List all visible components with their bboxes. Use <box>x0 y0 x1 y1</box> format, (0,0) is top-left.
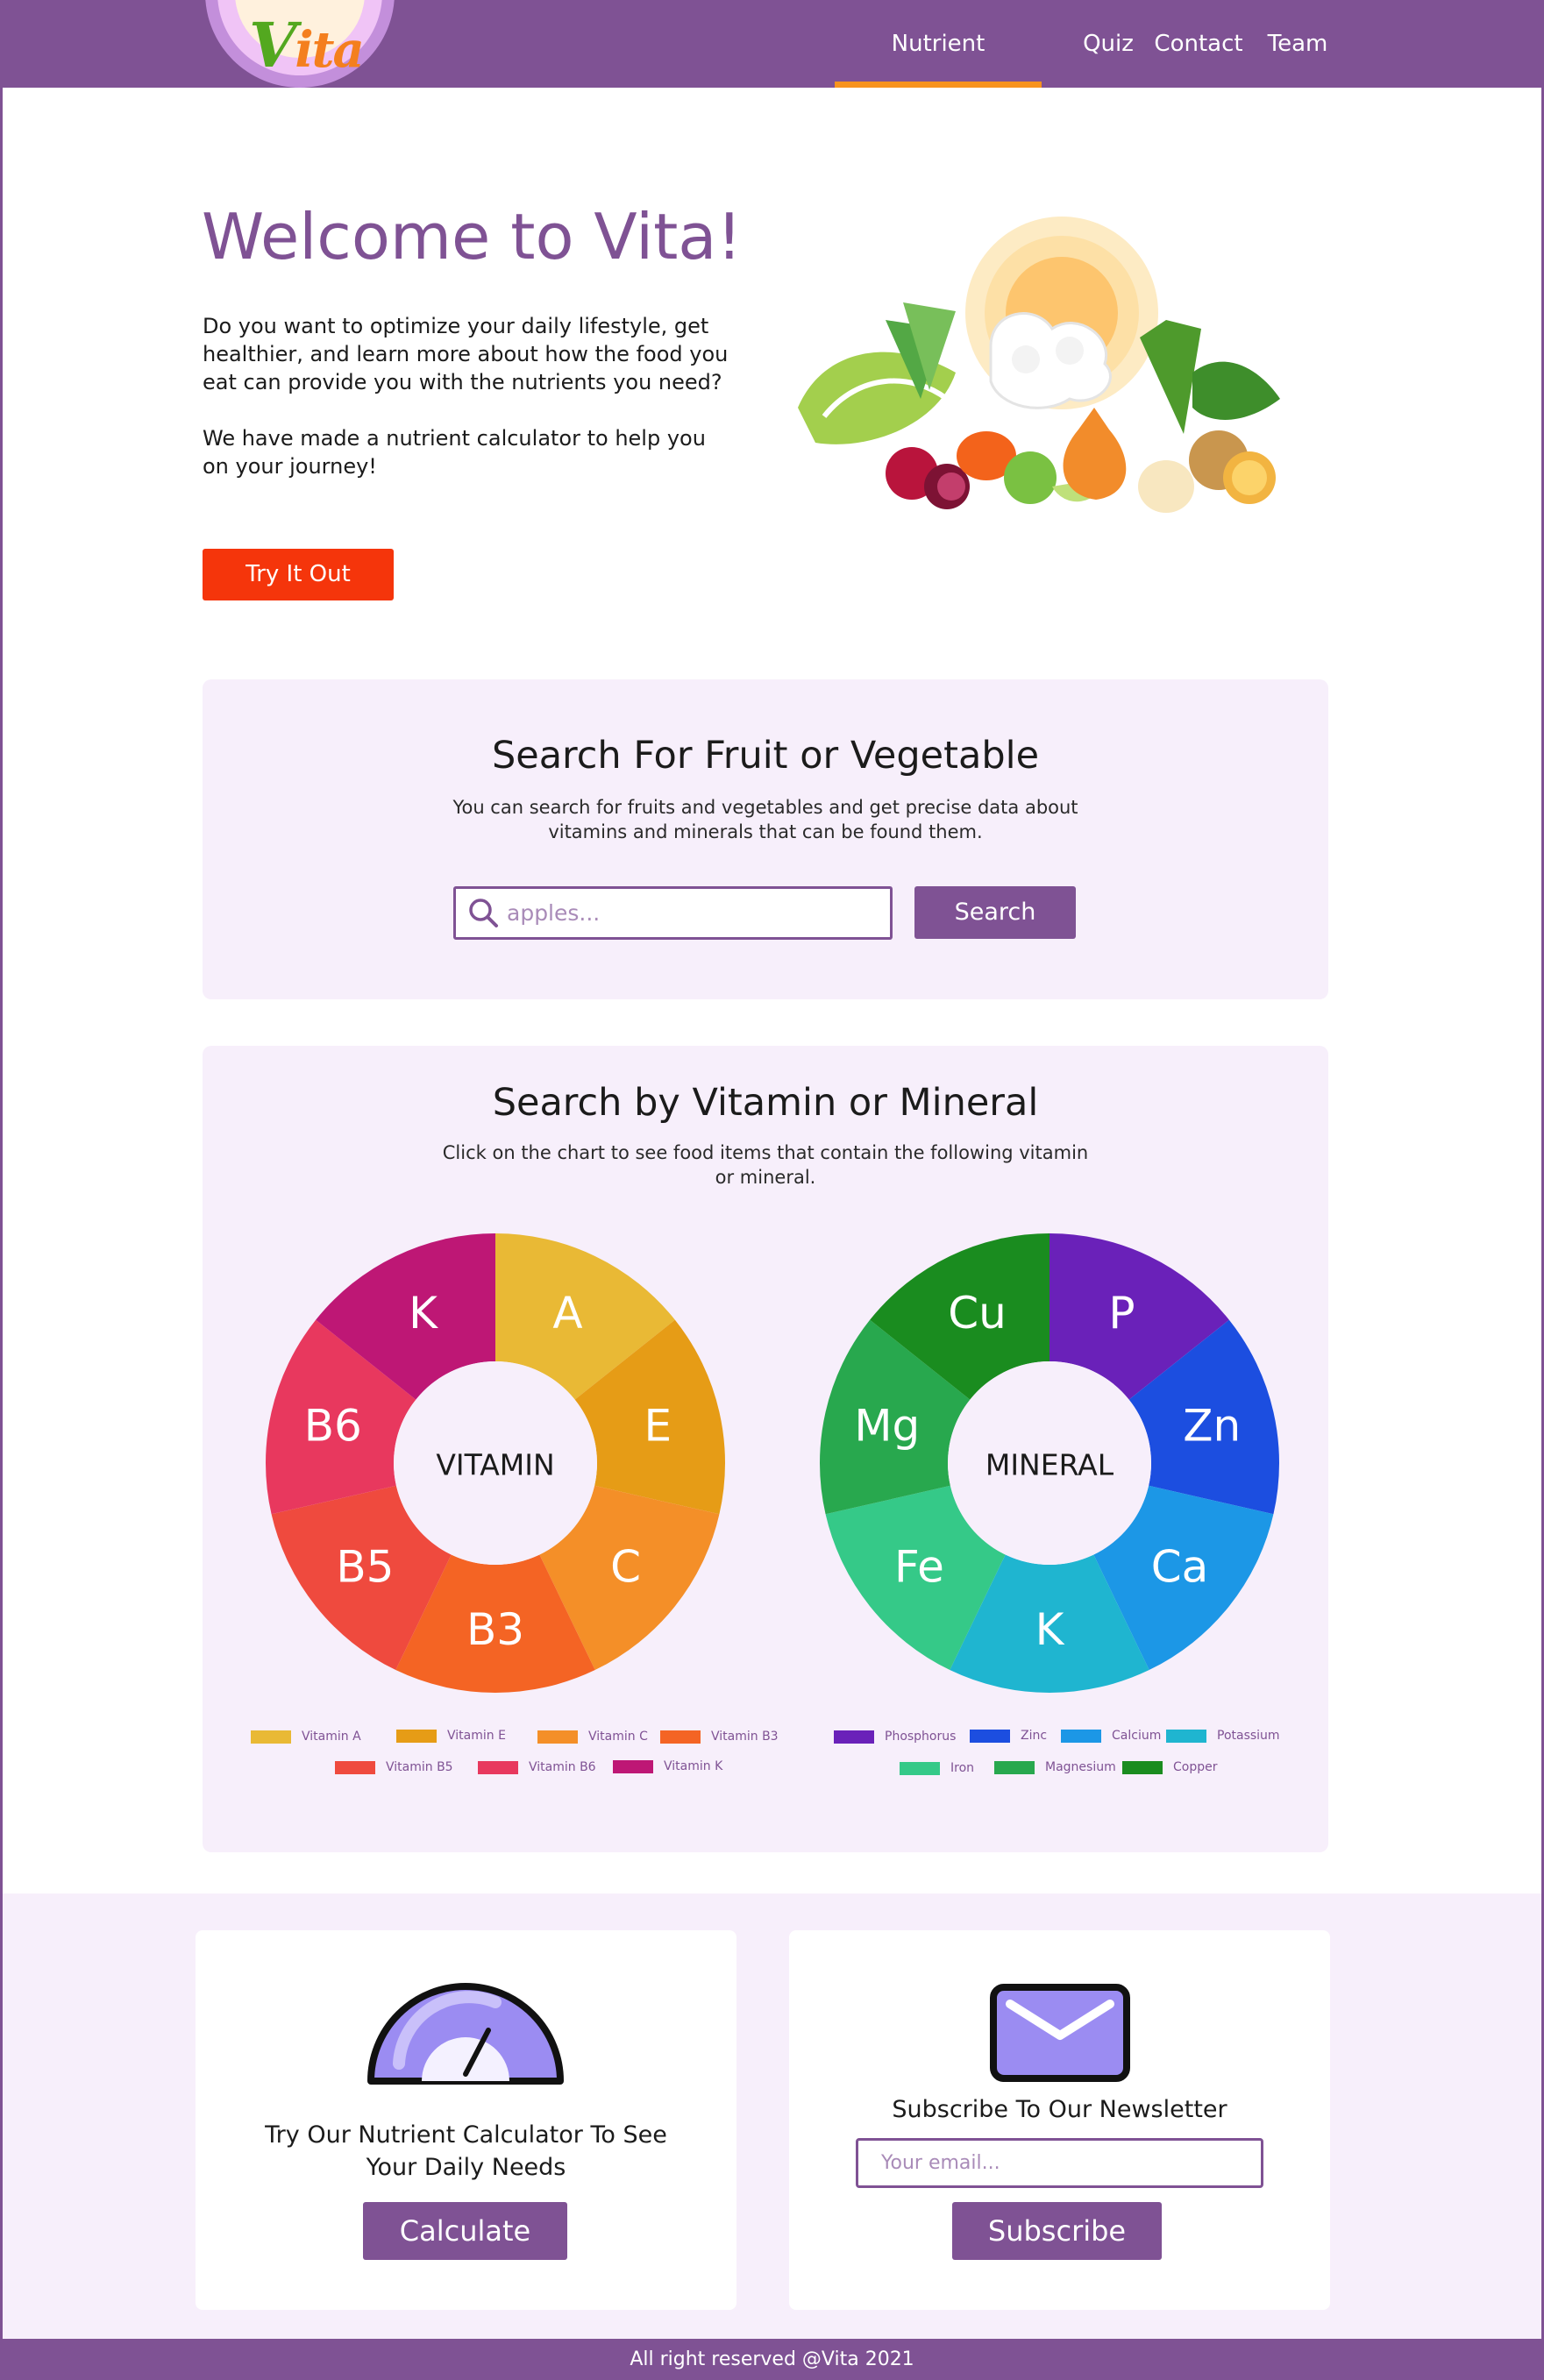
calculate-button[interactable]: Calculate <box>363 2202 567 2260</box>
legend-phosphorus[interactable]: Phosphorus <box>834 1729 956 1744</box>
mineral-label-ca[interactable]: Ca <box>1151 1541 1209 1592</box>
email-input[interactable]: Your email... <box>856 2138 1263 2188</box>
legend-vitamin-e[interactable]: Vitamin E <box>396 1728 506 1744</box>
top-navbar: Vita Nutrient Calculator Quiz Contact Te… <box>0 0 1544 145</box>
food-search-input[interactable]: apples... <box>453 886 893 940</box>
legend-vitamin-b6[interactable]: Vitamin B6 <box>478 1759 596 1775</box>
legend-vitamin-b3[interactable]: Vitamin B3 <box>660 1729 779 1744</box>
food-search-placeholder: apples... <box>507 900 601 926</box>
nav-link-contact[interactable]: Contact <box>1154 0 1243 88</box>
search-icon <box>469 899 498 927</box>
vitamin-center-label: VITAMIN <box>436 1448 554 1482</box>
logo-text: Vita <box>249 9 365 82</box>
envelope-icon <box>990 1984 1130 2082</box>
vitamin-label-e[interactable]: E <box>644 1401 672 1452</box>
legend-vitamin-c[interactable]: Vitamin C <box>537 1729 648 1744</box>
vegetables-illustration <box>798 217 1280 513</box>
legend-zinc[interactable]: Zinc <box>970 1728 1047 1744</box>
email-placeholder: Your email... <box>881 2152 1000 2174</box>
vitamin-donut-chart[interactable]: A E C B3 B5 B6 K VITAMIN <box>263 1231 728 1695</box>
nav-link-team[interactable]: Team <box>1263 0 1332 88</box>
legend-vitamin-k[interactable]: Vitamin K <box>613 1758 722 1774</box>
gauge-icon <box>367 1983 564 2085</box>
mineral-label-zn[interactable]: Zn <box>1183 1401 1241 1452</box>
fruit-vegetable-search-card: Search For Fruit or Vegetable You can se… <box>203 679 1328 999</box>
nutrient-card-subtitle-1: Click on the chart to see food items tha… <box>442 1142 1089 1163</box>
search-card-subtitle-1: You can search for fruits and vegetables… <box>452 797 1078 818</box>
mineral-label-k[interactable]: K <box>1035 1604 1065 1655</box>
vitamin-label-b3[interactable]: B3 <box>466 1604 524 1655</box>
legend-vitamin-a[interactable]: Vitamin A <box>251 1729 361 1744</box>
vita-logo[interactable]: Vita <box>205 0 395 88</box>
nav-link-quiz[interactable]: Quiz <box>1078 0 1138 88</box>
try-it-out-button[interactable]: Try It Out <box>203 549 394 600</box>
hero-journey-text: We have made a nutrient calculator to he… <box>203 426 706 479</box>
legend-magnesium[interactable]: Magnesium <box>994 1759 1116 1775</box>
vitamin-label-b6[interactable]: B6 <box>304 1401 362 1452</box>
mineral-label-p[interactable]: P <box>1108 1288 1135 1339</box>
nav-link-nutrient-calculator[interactable]: Nutrient Calculator <box>835 0 1042 145</box>
vitamin-label-b5[interactable]: B5 <box>336 1541 394 1592</box>
mineral-label-cu[interactable]: Cu <box>948 1288 1007 1339</box>
calculator-text-line1: Try Our Nutrient Calculator To See <box>265 2121 667 2149</box>
vitamin-label-c[interactable]: C <box>610 1541 641 1592</box>
newsletter-title: Subscribe To Our Newsletter <box>892 2096 1227 2123</box>
mineral-donut-chart[interactable]: P Zn Ca K Fe Mg Cu MINERAL <box>817 1231 1282 1695</box>
legend-vitamin-b5[interactable]: Vitamin B5 <box>335 1759 453 1775</box>
mineral-label-mg[interactable]: Mg <box>854 1401 920 1452</box>
subscribe-button[interactable]: Subscribe <box>952 2202 1162 2260</box>
legend-iron[interactable]: Iron <box>900 1760 974 1776</box>
vitamin-label-k[interactable]: K <box>409 1288 438 1339</box>
mineral-label-fe[interactable]: Fe <box>894 1541 944 1592</box>
search-card-title: Search For Fruit or Vegetable <box>491 734 1040 778</box>
vitamin-label-a[interactable]: A <box>552 1288 582 1339</box>
calculator-text-line2: Your Daily Needs <box>366 2154 566 2181</box>
search-card-subtitle-2: vitamins and minerals that can be found … <box>548 821 983 842</box>
mineral-center-label: MINERAL <box>985 1448 1114 1482</box>
nutrient-card-title: Search by Vitamin or Mineral <box>492 1081 1039 1125</box>
search-button[interactable]: Search <box>914 886 1076 939</box>
hero-title: Welcome to Vita! <box>202 200 743 274</box>
legend-potassium[interactable]: Potassium <box>1166 1728 1280 1744</box>
hero-intro-text: Do you want to optimize your daily lifes… <box>203 314 729 394</box>
nutrient-card-subtitle-2: or mineral. <box>715 1167 816 1188</box>
footer: All right reserved @Vita 2021 <box>0 2339 1544 2380</box>
legend-calcium[interactable]: Calcium <box>1061 1728 1161 1744</box>
legend-copper[interactable]: Copper <box>1122 1759 1217 1775</box>
